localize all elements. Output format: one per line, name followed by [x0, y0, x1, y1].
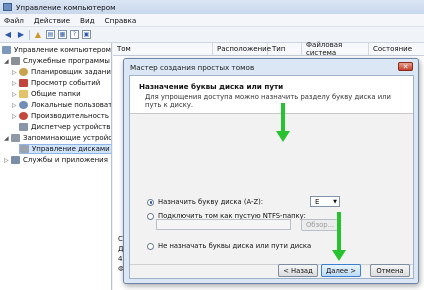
- folder-icon: [19, 90, 28, 98]
- help-icon[interactable]: ?: [70, 30, 79, 39]
- wizard-header: Назначение буквы диска или пути Для упро…: [130, 76, 413, 114]
- radio-icon[interactable]: [147, 212, 154, 220]
- back-icon[interactable]: ◀: [3, 30, 13, 40]
- console-tree: Управление компьютером (л ◢ Служебные пр…: [0, 43, 112, 290]
- export-list-icon[interactable]: ▣: [82, 30, 91, 39]
- computer-icon: [2, 46, 11, 54]
- tree-node-label: Службы и приложения: [23, 156, 108, 164]
- tree-node-shared-folders[interactable]: ▷ Общие папки: [12, 89, 81, 99]
- services-icon: [11, 156, 20, 164]
- tree-node-local-users[interactable]: ▷ Локальные пользовате: [12, 100, 112, 110]
- expand-icon[interactable]: ▷: [12, 80, 19, 87]
- green-arrow-head: [332, 250, 346, 261]
- drive-letter-select[interactable]: E ▼: [310, 196, 340, 207]
- tree-node-label: Планировщик заданий: [31, 68, 112, 76]
- volume-list-header: Том Расположение Тип Файловая система Со…: [113, 41, 424, 57]
- tree-node-label: Управление компьютером (л: [14, 46, 112, 54]
- expand-icon[interactable]: ▷: [4, 157, 11, 164]
- green-arrow-shaft: [281, 103, 285, 133]
- option-label: Не назначать буквы диска или пути диска: [158, 242, 312, 250]
- next-button[interactable]: Далее >: [321, 264, 361, 277]
- back-button[interactable]: < Назад: [278, 264, 318, 277]
- radio-selected-icon[interactable]: [147, 198, 154, 206]
- expand-icon[interactable]: ▷: [12, 91, 19, 98]
- users-icon: [19, 101, 28, 109]
- column-header-location[interactable]: Расположение: [213, 43, 271, 55]
- tree-node-label: Локальные пользовате: [31, 101, 112, 109]
- column-header-type[interactable]: Тип: [268, 43, 302, 55]
- event-viewer-icon: [19, 79, 28, 87]
- tree-node-storage[interactable]: ◢ Запоминающие устройст: [4, 133, 112, 143]
- collapse-icon[interactable]: ◢: [4, 135, 11, 142]
- tree-node-performance[interactable]: ▷ Производительность: [12, 111, 109, 121]
- tree-node-label: Производительность: [31, 112, 109, 120]
- wizard-body: Назначение буквы диска или пути Для упро…: [129, 75, 414, 279]
- wizard-description: Для упрощения доступа можно назначить ра…: [145, 93, 391, 109]
- wizard-heading: Назначение буквы диска или пути: [139, 82, 284, 91]
- tree-node-event-viewer[interactable]: ▷ Просмотр событий: [12, 78, 100, 88]
- tree-node-label: Управление дисками: [32, 145, 110, 153]
- menu-help[interactable]: Справка: [105, 16, 137, 25]
- tree-node-label: Общие папки: [31, 90, 81, 98]
- folder-path-input[interactable]: [156, 219, 291, 230]
- column-header-filesystem[interactable]: Файловая система: [302, 41, 369, 57]
- cancel-button[interactable]: Отмена: [370, 264, 410, 277]
- chevron-down-icon[interactable]: ▼: [333, 199, 337, 205]
- drive-letter-value: E: [315, 197, 320, 206]
- browse-button[interactable]: Обзор...: [301, 219, 339, 231]
- radio-icon[interactable]: [147, 242, 154, 250]
- clock-icon: [19, 68, 28, 76]
- performance-icon: [19, 112, 28, 120]
- option-no-letter[interactable]: Не назначать буквы диска или пути диска: [147, 242, 311, 250]
- title-bar: Управление компьютером: [0, 0, 424, 14]
- green-arrow-shaft: [337, 212, 341, 252]
- tree-node-disk-management[interactable]: Управление дисками: [19, 144, 111, 154]
- tree-node-label: Запоминающие устройст: [23, 134, 112, 142]
- storage-icon: [11, 134, 20, 142]
- properties-icon[interactable]: ▦: [58, 30, 67, 39]
- menu-file[interactable]: Файл: [4, 16, 24, 25]
- expand-icon[interactable]: ▷: [12, 113, 19, 120]
- tree-node-device-manager[interactable]: Диспетчер устройств: [19, 122, 110, 132]
- tree-node-label: Служебные программы: [23, 57, 110, 65]
- wizard-title: Мастер создания простых томов: [130, 63, 255, 72]
- option-label: Назначить букву диска (A-Z):: [158, 198, 264, 206]
- menu-view[interactable]: Вид: [80, 16, 95, 25]
- window-title: Управление компьютером: [16, 2, 116, 12]
- menu-action[interactable]: Действие: [34, 16, 70, 25]
- tree-node-task-scheduler[interactable]: ▷ Планировщик заданий: [12, 67, 112, 77]
- expand-icon[interactable]: ▷: [12, 69, 19, 76]
- console-tree-icon[interactable]: ▤: [46, 30, 55, 39]
- tree-node-services-apps[interactable]: ▷ Службы и приложения: [4, 155, 108, 165]
- toolbar-separator: [29, 29, 30, 40]
- tree-node-system-tools[interactable]: ◢ Служебные программы: [4, 56, 110, 66]
- new-simple-volume-wizard: Мастер создания простых томов ✕ Назначен…: [123, 58, 419, 284]
- menu-bar: Файл Действие Вид Справка: [0, 14, 424, 27]
- tools-icon: [11, 57, 20, 65]
- tree-node-label: Диспетчер устройств: [31, 123, 111, 131]
- expand-icon[interactable]: ▷: [12, 102, 19, 109]
- tree-node-computer-management[interactable]: Управление компьютером (л: [2, 45, 112, 55]
- disk-management-icon: [20, 145, 29, 153]
- collapse-icon[interactable]: ◢: [4, 58, 11, 65]
- option-assign-letter[interactable]: Назначить букву диска (A-Z):: [147, 198, 263, 206]
- up-folder-icon[interactable]: ▲: [33, 30, 43, 40]
- computer-management-icon: [3, 3, 12, 11]
- green-arrow-head: [276, 131, 290, 142]
- tree-node-label: Просмотр событий: [31, 79, 101, 87]
- column-header-status[interactable]: Состояние: [369, 43, 424, 55]
- close-icon[interactable]: ✕: [398, 62, 413, 71]
- device-manager-icon: [19, 123, 28, 131]
- column-header-volume[interactable]: Том: [113, 43, 213, 55]
- forward-icon[interactable]: ▶: [16, 30, 26, 40]
